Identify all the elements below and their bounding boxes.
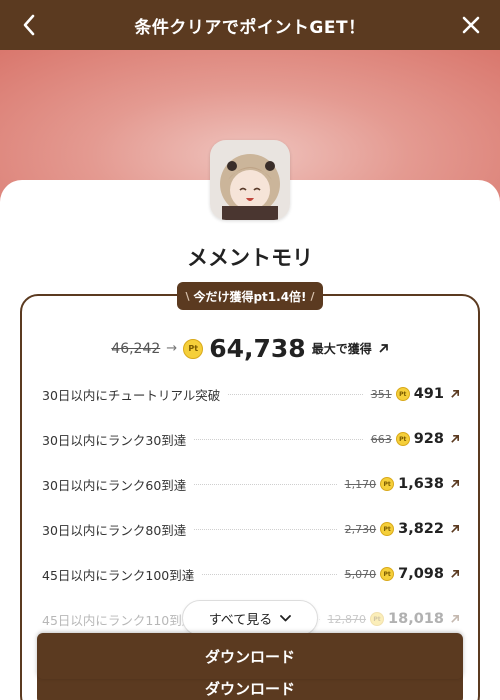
task-row[interactable]: 30日以内にチュートリアル突破 351 Pt 491 <box>42 384 460 404</box>
point-coin-icon: Pt <box>395 432 410 446</box>
task-new-points: 928 <box>413 431 444 447</box>
close-icon <box>462 16 480 34</box>
task-old-points: 2,730 <box>344 522 377 536</box>
task-label: 45日以内にランク100到達 <box>42 567 195 583</box>
task-new-points: 1,638 <box>398 476 444 492</box>
task-old-points: 351 <box>370 387 392 401</box>
download-label: ダウンロード <box>204 647 295 666</box>
dotted-leader <box>202 573 337 575</box>
dotted-leader <box>194 483 337 485</box>
total-points[interactable]: 46,242 → Pt 64,738 最大で獲得 <box>0 334 500 363</box>
task-label: 30日以内にランク80到達 <box>42 522 187 538</box>
total-new-points: 64,738 <box>209 334 306 363</box>
point-coin-icon: Pt <box>183 338 204 359</box>
back-button[interactable] <box>14 10 44 40</box>
arrow-right-icon: → <box>166 341 178 356</box>
badge-decoration-left: \ <box>185 289 190 303</box>
arrow-up-right-icon <box>450 569 460 579</box>
task-old-points: 663 <box>370 432 392 446</box>
arrow-up-right-icon <box>450 524 460 534</box>
point-coin-icon: Pt <box>380 522 395 536</box>
header-title: 条件クリアでポイントGET！ <box>134 17 366 38</box>
total-suffix: 最大で獲得 <box>311 342 372 356</box>
chevron-down-icon <box>280 614 292 621</box>
arrow-up-right-icon <box>450 479 460 489</box>
app-icon <box>210 140 290 220</box>
dotted-leader <box>194 528 337 530</box>
task-label: 30日以内にチュートリアル突破 <box>42 387 221 403</box>
task-row[interactable]: 30日以内にランク60到達 1,170 Pt 1,638 <box>42 474 460 494</box>
chevron-left-icon <box>23 14 35 36</box>
dotted-leader <box>194 438 363 440</box>
dotted-leader <box>228 393 363 395</box>
task-old-points: 5,070 <box>344 567 377 581</box>
task-row[interactable]: 30日以内にランク30到達 663 Pt 928 <box>42 429 460 449</box>
badge-decoration-right: / <box>310 289 315 303</box>
task-new-points: 18,018 <box>388 611 444 627</box>
arrow-up-right-icon <box>450 614 460 624</box>
download-label-secondary: ダウンロード <box>204 679 295 698</box>
point-coin-icon: Pt <box>395 387 410 401</box>
task-old-points: 12,870 <box>327 612 367 626</box>
task-new-points: 3,822 <box>398 521 444 537</box>
task-row[interactable]: 45日以内にランク100到達 5,070 Pt 7,098 <box>42 564 460 584</box>
task-row[interactable]: 30日以内にランク80到達 2,730 Pt 3,822 <box>42 519 460 539</box>
task-label: 30日以内にランク30到達 <box>42 432 187 448</box>
task-old-points: 1,170 <box>344 477 377 491</box>
task-new-points: 491 <box>413 386 444 402</box>
point-coin-icon: Pt <box>380 477 395 491</box>
arrow-up-right-icon <box>450 389 460 399</box>
see-all-button[interactable]: すべて見る <box>182 600 318 636</box>
point-coin-icon: Pt <box>380 567 395 581</box>
task-label: 30日以内にランク60到達 <box>42 477 187 493</box>
task-label: 45日以内にランク110到達 <box>42 612 195 628</box>
bonus-badge: \ 今だけ獲得pt1.4倍! / <box>177 282 323 310</box>
close-button[interactable] <box>456 10 486 40</box>
app-name: メメントモリ <box>187 246 313 270</box>
total-old-points: 46,242 <box>111 340 161 357</box>
point-coin-icon: Pt <box>370 612 385 626</box>
bonus-badge-text: 今だけ獲得pt1.4倍! <box>193 289 307 304</box>
header-bar: 条件クリアでポイントGET！ <box>0 0 500 50</box>
download-button[interactable]: ダウンロード <box>37 633 463 679</box>
arrow-up-right-icon <box>379 344 388 353</box>
task-new-points: 7,098 <box>398 566 444 582</box>
arrow-up-right-icon <box>450 434 460 444</box>
see-all-label: すべて見る <box>208 612 273 628</box>
